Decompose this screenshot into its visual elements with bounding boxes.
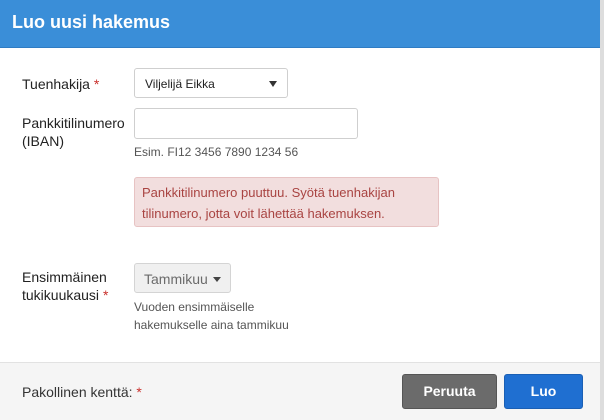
dialog-footer: Pakollinen kenttä: * Peruuta Luo [0,362,604,420]
iban-hint: Esim. FI12 3456 7890 1234 56 [134,145,299,159]
first-month-label-line1: Ensimmäinen [22,269,107,285]
dialog-header: Luo uusi hakemus [0,0,604,48]
first-month-hint-line2: hakemukselle aina tammikuu [134,318,289,332]
first-month-dropdown[interactable]: Tammikuu [134,263,231,293]
create-button[interactable]: Luo [504,374,583,409]
first-month-value: Tammikuu [144,271,208,287]
iban-input[interactable] [134,108,358,139]
missing-iban-alert: Pankkitilinumero puuttuu. Syötä tuenhaki… [134,177,439,227]
create-application-dialog: Luo uusi hakemus Tuenhakija * Viljelijä … [0,0,604,420]
required-field-note-mark: * [136,384,142,400]
iban-label-line1: Pankkitilinumero [22,115,125,131]
dialog-title: Luo uusi hakemus [12,12,171,32]
applicant-label: Tuenhakija * [22,75,99,93]
first-month-hint: Vuoden ensimmäiselle hakemukselle aina t… [134,298,289,334]
chevron-down-icon [269,81,277,87]
applicant-select-value: Viljelijä Eikka [145,77,215,91]
first-month-label-line2-wrap: tukikuukausi * [22,286,108,304]
alert-line1: Pankkitilinumero puuttuu. Syötä tuenhaki… [142,185,395,200]
cancel-button[interactable]: Peruuta [402,374,497,409]
background-edge [600,0,604,420]
alert-line2: tilinumero, jotta voit lähettää hakemuks… [142,206,385,221]
applicant-label-text: Tuenhakija [22,76,90,92]
applicant-select[interactable]: Viljelijä Eikka [134,68,288,98]
first-month-hint-line1: Vuoden ensimmäiselle [134,300,255,314]
first-month-label-line2: tukikuukausi [22,287,100,303]
iban-label-line2: (IBAN) [22,133,64,149]
applicant-required-mark: * [93,76,100,92]
iban-label: Pankkitilinumero (IBAN) [22,114,125,150]
required-field-note-text: Pakollinen kenttä: [22,384,133,400]
caret-down-icon [213,277,221,282]
required-field-note: Pakollinen kenttä: * [22,384,142,400]
first-month-label: Ensimmäinen tukikuukausi * [22,268,108,304]
first-month-required-mark: * [102,287,109,303]
